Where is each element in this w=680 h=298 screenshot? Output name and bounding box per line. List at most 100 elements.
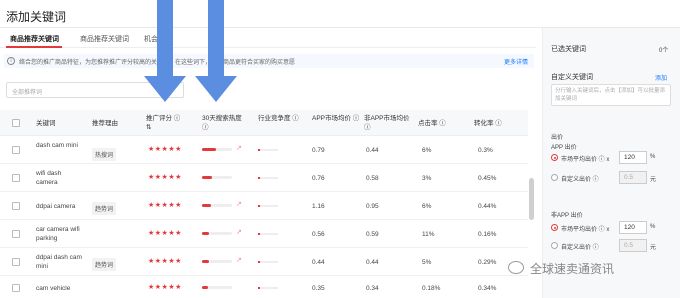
trend-up-icon: ↗ — [236, 201, 242, 208]
select-all-checkbox[interactable] — [12, 119, 20, 127]
row-checkbox[interactable] — [12, 284, 20, 292]
notice-banner: i 络合您的推广商品特征，为您推荐推广评分较高的关键词，在这些词下，您的商品更符… — [4, 54, 534, 68]
cvr-cell: 0.29% — [478, 259, 497, 266]
competition-bar — [258, 149, 278, 151]
score-stars: ★★★★★ — [148, 202, 182, 209]
app-custom-bid-input[interactable]: 0.5 — [619, 171, 647, 184]
header-app-price[interactable]: APP市场均价 ⓘ — [312, 114, 362, 123]
keyword-cell: wifi dash camera — [36, 170, 62, 186]
ctr-cell: 11% — [422, 231, 435, 238]
row-checkbox[interactable] — [12, 146, 20, 154]
search-heat-fill — [202, 176, 212, 179]
more-details-link[interactable]: 更多详情 — [504, 57, 528, 66]
app-price-cell: 0.44 — [312, 259, 325, 266]
trend-up-icon: ↗ — [236, 229, 242, 236]
score-stars: ★★★★★ — [148, 230, 182, 237]
app-bid-label: APP 出价 — [551, 145, 577, 151]
annotation-arrow-search-heat — [195, 0, 237, 102]
app-percent-input[interactable]: 120 — [619, 151, 647, 164]
reason-tag: 趋势词 — [92, 202, 117, 215]
watermark-text: 全球速卖通资讯 — [530, 262, 615, 276]
app-percent-sign: % — [650, 154, 656, 160]
tab-bar: 商品推荐关键词 商品推荐关键词 机会词 — [0, 28, 536, 48]
competition-fill — [258, 205, 260, 207]
table-row[interactable]: ddpai camera 趋势词 ★★★★★ ↗ 1.16 0.95 6% 0.… — [0, 192, 528, 220]
app-custom-bid-radio[interactable] — [551, 174, 558, 181]
reason-tag: 趋势词 — [92, 258, 117, 271]
active-tab-indicator — [6, 46, 62, 48]
app-price-cell: 0.56 — [312, 231, 325, 238]
competition-fill — [258, 287, 260, 289]
competition-fill — [258, 233, 260, 235]
non-app-price-cell: 0.44 — [366, 259, 379, 266]
table-scrollbar[interactable] — [529, 178, 534, 220]
ctr-cell: 0.18% — [422, 285, 441, 292]
tab-recommended-keywords[interactable]: 商品推荐关键词 — [10, 34, 59, 44]
wechat-icon — [508, 261, 524, 274]
search-heat-fill — [202, 260, 209, 263]
search-heat-fill — [202, 148, 216, 151]
search-heat-bar — [202, 260, 232, 263]
competition-bar — [258, 177, 278, 179]
row-checkbox[interactable] — [12, 174, 20, 182]
title-bar: 添加关键词 — [0, 0, 680, 28]
search-heat-bar — [202, 232, 232, 235]
non-app-custom-bid-input[interactable]: 0.5 — [619, 239, 647, 252]
non-app-price-cell: 0.59 — [366, 231, 379, 238]
app-market-avg-radio[interactable] — [551, 154, 558, 161]
app-price-cell: 1.16 — [312, 203, 325, 210]
app-yuan-label: 元 — [650, 177, 657, 183]
header-reason: 推荐理由 — [92, 120, 118, 127]
header-non-app-price[interactable]: 非APP市场均价 ⓘ — [364, 114, 416, 132]
annotation-arrow-score — [144, 0, 186, 102]
table-row[interactable]: cam vehicle ★★★★★ 0.35 0.34 0.18% 0.34% — [0, 276, 528, 298]
info-icon: i — [7, 57, 15, 65]
search-heat-fill — [202, 204, 211, 207]
non-app-yuan-label: 元 — [650, 245, 657, 251]
row-checkbox[interactable] — [12, 202, 20, 210]
ctr-cell: 5% — [422, 259, 432, 266]
table-row[interactable]: ddpai dash cam mini 趋势词 ★★★★★ ↗ 0.44 0.4… — [0, 248, 528, 276]
header-keyword: 关键词 — [36, 120, 56, 127]
non-app-market-avg-radio[interactable] — [551, 224, 558, 231]
header-ctr[interactable]: 点击率 ⓘ — [418, 119, 446, 128]
search-heat-fill — [202, 286, 208, 289]
score-stars: ★★★★★ — [148, 174, 182, 181]
header-competition[interactable]: 行业竞争度 ⓘ — [258, 114, 304, 123]
custom-keywords-textarea[interactable]: 分行输入关键词后，点击【添加】可以批量添加关键词 — [551, 84, 671, 106]
app-price-cell: 0.35 — [312, 285, 325, 292]
header-cvr[interactable]: 转化率 ⓘ — [474, 119, 502, 128]
app-market-avg-label: 市场平均出价 ⓘ x — [561, 157, 610, 163]
score-stars: ★★★★★ — [148, 146, 182, 153]
cvr-cell: 0.16% — [478, 231, 497, 238]
selected-count: 0个 — [659, 48, 669, 54]
keyword-cell: dash cam mini — [36, 142, 78, 149]
sort-icon[interactable]: ⇅ — [146, 123, 151, 132]
competition-fill — [258, 149, 260, 151]
non-app-price-cell: 0.58 — [366, 175, 379, 182]
non-app-percent-sign: % — [650, 224, 656, 230]
row-checkbox[interactable] — [12, 258, 20, 266]
non-app-bid-label: 非APP 出价 — [551, 213, 583, 219]
search-heat-bar — [202, 148, 232, 151]
trend-up-icon: ↗ — [236, 257, 242, 264]
header-score[interactable]: 推广评分 ⓘ — [146, 114, 192, 123]
table-row[interactable]: wifi dash camera ★★★★★ 0.76 0.58 3% 0.45… — [0, 164, 528, 192]
score-stars: ★★★★★ — [148, 258, 182, 265]
table-row[interactable]: car camera wifi parking ★★★★★ ↗ 0.56 0.5… — [0, 220, 528, 248]
keyword-filter-placeholder: 全部推荐词 — [12, 90, 43, 96]
cvr-cell: 0.34% — [478, 285, 497, 292]
non-app-custom-bid-radio[interactable] — [551, 242, 558, 249]
non-app-percent-input[interactable]: 120 — [619, 221, 647, 234]
search-heat-bar — [202, 176, 232, 179]
row-checkbox[interactable] — [12, 230, 20, 238]
table-row[interactable]: dash cam mini 热搜词 ★★★★★ ↗ 0.79 0.44 6% 0… — [0, 136, 528, 164]
add-keyword-link[interactable]: 添加 — [655, 73, 667, 82]
competition-bar — [258, 233, 278, 235]
tab-product-keywords[interactable]: 商品推荐关键词 — [80, 34, 129, 44]
score-stars: ★★★★★ — [148, 284, 182, 291]
competition-bar — [258, 205, 278, 207]
keyword-cell: car camera wifi parking — [36, 226, 80, 242]
header-search-heat[interactable]: 30天搜索热度 ⓘ — [202, 114, 250, 132]
textarea-placeholder: 分行输入关键词后，点击【添加】可以批量添加关键词 — [555, 88, 666, 102]
